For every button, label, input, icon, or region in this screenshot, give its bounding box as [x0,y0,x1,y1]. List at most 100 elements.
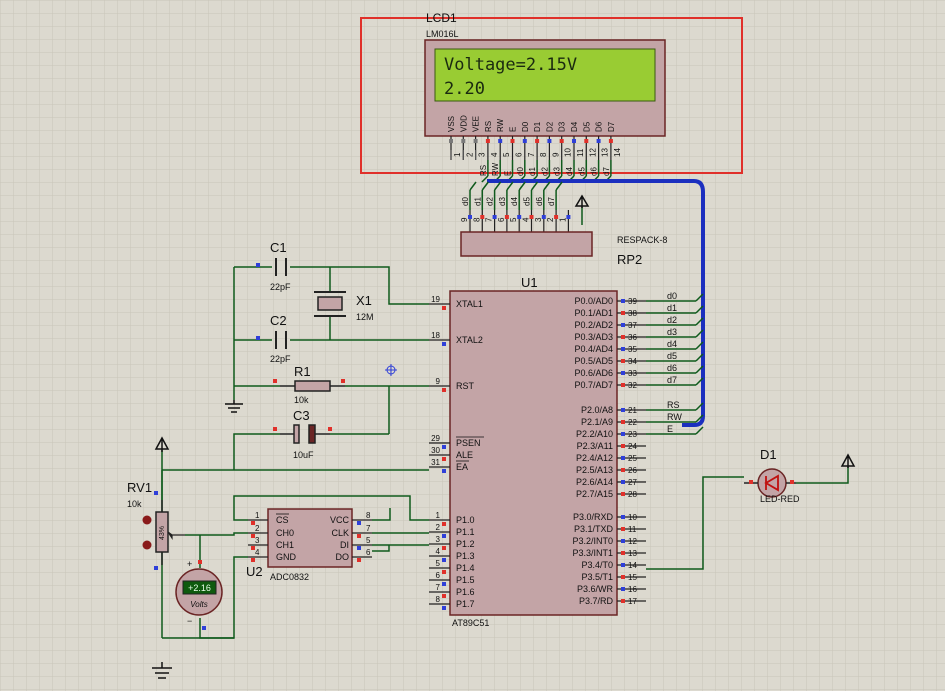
mcu-pin-name: P2.3/A11 [577,441,613,451]
mcu-pin-name: RST [456,381,475,391]
mcu-pin-marker [621,444,625,448]
lcd-pin-number: 5 [502,152,511,157]
lcd-pin-label: D2 [545,121,554,132]
mcu-pin-marker [442,457,446,461]
mcu-pin-name: P3.6/WR [577,584,614,594]
lcd-pin-label: D0 [521,121,530,132]
respack-part-label: RESPACK-8 [617,235,667,245]
mcu-pin-marker [621,539,625,543]
c1-pin-marker [256,263,260,267]
mcu-pin-name: P2.2/A10 [576,429,613,439]
mcu-pin-marker [621,420,625,424]
x1-value-label: 12M [356,312,374,322]
respack-pin-number: 6 [497,217,506,222]
adc-pin-marker [357,546,361,550]
mcu-pin-name: P3.1/TXD [574,524,614,534]
lcd-line-1: Voltage=2.15V [444,55,577,75]
mcu-pin-marker [621,299,625,303]
lcd-net-label: d0 [516,167,525,176]
respack-body [460,231,593,257]
mcu-pin-marker [621,347,625,351]
voltmeter-pin-marker [202,626,206,630]
mcu-pin-name: P0.6/AD6 [574,368,613,378]
adc-pin-name: GND [276,552,297,562]
mcu-pin-marker [442,388,446,392]
voltmeter-minus-label: − [187,616,192,626]
c3-pin-marker-right [328,427,332,431]
adc-pin-marker [251,558,255,562]
lcd-pin-label: E [509,127,518,132]
respack-net-label: d1 [473,197,482,206]
mcu-pin-number: 25 [628,454,637,463]
mcu-pin-name: P3.5/T1 [581,572,613,582]
lcd-pin-number: 2 [465,152,474,157]
lcd-pin-marker [559,139,564,143]
lcd-net-label: d7 [602,167,611,176]
adc-pin-number: 1 [255,511,260,520]
respack-net-label: d0 [461,197,470,206]
mcu-pin-name: P3.0/RXD [573,512,614,522]
adc-pin-name: CS [276,515,289,525]
mcu-pin-number: 6 [436,571,441,580]
c3-value-label: 10uF [293,450,314,460]
rv1-decrease-button[interactable] [142,540,152,550]
mcu-net-label: RW [667,412,682,422]
adc-pin-number: 7 [366,524,371,533]
mcu-pin-marker [442,558,446,562]
mcu-pin-number: 4 [436,547,441,556]
lcd-net-label: RW [491,162,500,176]
mcu-pin-marker [442,469,446,473]
respack-net-label: d6 [535,197,544,206]
mcu-pin-marker [621,323,625,327]
lcd-pin-number: 9 [551,152,560,157]
mcu-pin-marker [621,587,625,591]
mcu-pin-marker [621,492,625,496]
mcu-net-label: d5 [667,351,677,361]
lcd-net-label: E [504,171,513,176]
lcd-pin-marker [473,139,478,143]
voltmeter-pin-marker [198,560,202,564]
mcu-pin-name: P2.4/A12 [576,453,613,463]
lcd-pin-marker [608,139,613,143]
mcu-net-label: d4 [667,339,677,349]
respack-pin-number: 2 [546,217,555,222]
mcu-part-label: AT89C51 [452,618,489,628]
schematic-canvas[interactable]: LCD1 LM016L Voltage=2.15V 2.20 VSS 1 VDD 2 V… [0,0,945,691]
mcu-pin-marker [442,582,446,586]
mcu-pin-marker [442,522,446,526]
lcd-pin-label: VEE [472,116,481,132]
mcu-net-label: d7 [667,375,677,385]
lcd-pin-label: RW [496,118,505,132]
r1-value-label: 10k [294,395,309,405]
mcu-pin-name: P1.3 [456,551,475,561]
respack-pin-number: 5 [509,217,518,222]
rv1-increase-button[interactable] [142,515,152,525]
mcu-pin-name: P0.5/AD5 [574,356,613,366]
led-body [757,468,787,498]
mcu-pin-number: 35 [628,345,637,354]
lcd-pin-marker [572,139,576,143]
mcu-pin-marker [621,575,625,579]
mcu-pin-number: 39 [628,297,637,306]
rv1-value-label: 10k [127,499,142,509]
mcu-pin-marker [621,468,625,472]
lcd-pin-marker [510,139,515,143]
rv1-ref-label: RV1 [127,480,152,495]
mcu-ref-label: U1 [521,275,538,290]
mcu-pin-number: 22 [628,418,637,427]
respack-net-label: d3 [498,197,507,206]
adc-pin-name: CLK [331,528,349,538]
adc-pin-marker [357,558,361,562]
r1-body [294,380,331,392]
lcd-pin-label: D3 [558,121,567,132]
c2-ref-label: C2 [270,313,287,328]
c3-plate-right [308,424,316,444]
respack-net-label: d4 [510,197,519,206]
mcu-pin-number: 7 [436,583,441,592]
respack-pin-number: 3 [534,217,543,222]
c3-pin-marker-left [273,427,277,431]
c3-ref-label: C3 [293,408,310,423]
mcu-pin-number: 38 [628,309,637,318]
mcu-pin-number: 34 [628,357,637,366]
mcu-pin-marker [442,594,446,598]
